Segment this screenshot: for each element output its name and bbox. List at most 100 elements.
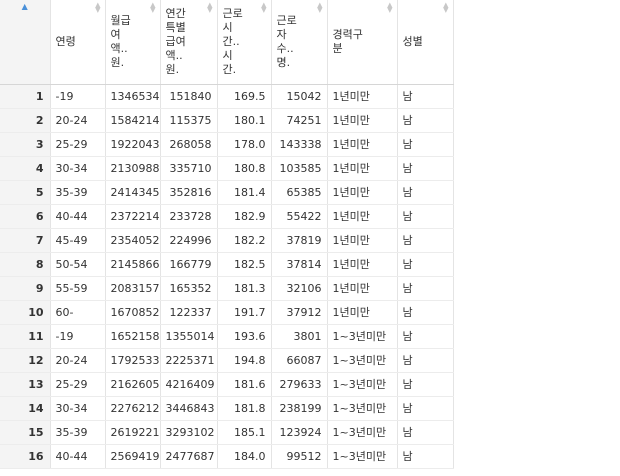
table-row[interactable]: 7 45-49 2354052 224996 182.2 37819 1년미만 남 [0,228,454,253]
table-cell: 남 [397,300,454,325]
sort-toggle-icon[interactable]: ▲ ▼ [150,2,155,14]
table-cell: 178.0 [217,132,272,157]
column-header-label: 월급 여 액.. 원. [110,13,131,69]
table-cell: 1~3년미만 [327,420,398,445]
table-cell: 60- [50,300,106,325]
table-cell: 2225371 [160,348,218,373]
table-row[interactable]: 3 25-29 1922043 268058 178.0 143338 1년미만 남 [0,132,454,157]
table-cell: 182.9 [217,204,272,229]
row-number: 2 [0,108,51,133]
column-header-5[interactable]: ▲ ▼ 근로 자 수.. 명. [271,0,328,85]
table-cell: 181.3 [217,276,272,301]
table-row[interactable]: 8 50-54 2145866 166779 182.5 37814 1년미만 남 [0,252,454,277]
table-row[interactable]: 13 25-29 2162605 4216409 181.6 279633 1~3년미만 남 [0,372,454,397]
table-cell: 3446843 [160,396,218,421]
table-cell: 2477687 [160,444,218,469]
row-number: 9 [0,276,51,301]
table-row[interactable]: 9 55-59 2083157 165352 181.3 32106 1년미만 남 [0,276,454,301]
table-cell: 32106 [271,276,328,301]
table-row[interactable]: 6 40-44 2372214 233728 182.9 55422 1년미만 남 [0,204,454,229]
table-cell: 224996 [160,228,218,253]
table-cell: 1년미만 [327,276,398,301]
table-cell: 남 [397,228,454,253]
table-cell: 2619221 [105,420,161,445]
row-number: 3 [0,132,51,157]
column-header-7[interactable]: ▲ ▼ 성별 [397,0,454,85]
table-cell: 남 [397,324,454,349]
table-row[interactable]: 14 30-34 2276212 3446843 181.8 238199 1~3년미만 남 [0,396,454,421]
table-cell: 1652158 [105,324,161,349]
table-cell: 1년미만 [327,84,398,109]
table-cell: 1년미만 [327,204,398,229]
column-header-4[interactable]: ▲ ▼ 근로 시 간.. 시 간. [217,0,272,85]
table-cell: 180.8 [217,156,272,181]
table-cell: 3801 [271,324,328,349]
table-cell: 20-24 [50,348,106,373]
table-cell: 352816 [160,180,218,205]
sort-toggle-icon[interactable]: ▲ ▼ [443,2,448,14]
table-cell: 181.6 [217,372,272,397]
table-cell: 4216409 [160,372,218,397]
table-cell: 45-49 [50,228,106,253]
table-cell: 20-24 [50,108,106,133]
table-cell: 1~3년미만 [327,444,398,469]
table-row[interactable]: 15 35-39 2619221 3293102 185.1 123924 1~3년미만 남 [0,420,454,445]
table-cell: 1355014 [160,324,218,349]
table-cell: 181.8 [217,396,272,421]
table-cell: 1792533 [105,348,161,373]
table-cell: 122337 [160,300,218,325]
table-cell: 185.1 [217,420,272,445]
column-header-rownum[interactable]: ▲ [0,0,51,85]
sort-toggle-icon[interactable]: ▲ ▼ [261,2,266,14]
table-cell: 2162605 [105,372,161,397]
column-header-6[interactable]: ▲ ▼ 경력구 분 [327,0,398,85]
table-cell: 남 [397,132,454,157]
table-cell: 1년미만 [327,132,398,157]
row-number: 5 [0,180,51,205]
table-cell: 1584214 [105,108,161,133]
row-number: 6 [0,204,51,229]
row-number: 4 [0,156,51,181]
column-header-3[interactable]: ▲ ▼ 연간 특별 급여 액.. 원. [160,0,218,85]
table-cell: 115375 [160,108,218,133]
table-cell: 1670852 [105,300,161,325]
sort-toggle-icon[interactable]: ▲ ▼ [387,2,392,14]
table-cell: 2083157 [105,276,161,301]
table-cell: 2414345 [105,180,161,205]
row-number: 7 [0,228,51,253]
column-header-1[interactable]: ▲ ▼ 연령 [50,0,106,85]
table-cell: 남 [397,252,454,277]
table-cell: 25-29 [50,132,106,157]
column-header-2[interactable]: ▲ ▼ 월급 여 액.. 원. [105,0,161,85]
table-row[interactable]: 5 35-39 2414345 352816 181.4 65385 1년미만 남 [0,180,454,205]
sort-toggle-icon[interactable]: ▲ ▼ [317,2,322,14]
table-cell: -19 [50,84,106,109]
table-row[interactable]: 2 20-24 1584214 115375 180.1 74251 1년미만 남 [0,108,454,133]
table-cell: 1년미만 [327,108,398,133]
table-cell: 1~3년미만 [327,348,398,373]
table-cell: 66087 [271,348,328,373]
table-row[interactable]: 11 -19 1652158 1355014 193.6 3801 1~3년미만 남 [0,324,454,349]
sort-ascending-icon[interactable]: ▲ [0,3,50,11]
sort-toggle-icon[interactable]: ▲ ▼ [207,2,212,14]
table-row[interactable]: 4 30-34 2130988 335710 180.8 103585 1년미만 남 [0,156,454,181]
table-row[interactable]: 16 40-44 2569419 2477687 184.0 99512 1~3년미만 남 [0,444,454,469]
table-row[interactable]: 10 60- 1670852 122337 191.7 37912 1년미만 남 [0,300,454,325]
table-cell: 1~3년미만 [327,372,398,397]
table-cell: 55422 [271,204,328,229]
table-cell: 238199 [271,396,328,421]
table-cell: -19 [50,324,106,349]
table-cell: 남 [397,348,454,373]
table-cell: 184.0 [217,444,272,469]
table-cell: 37819 [271,228,328,253]
table-cell: 1년미만 [327,252,398,277]
sort-toggle-icon[interactable]: ▲ ▼ [95,2,100,14]
table-row[interactable]: 1 -19 1346534 151840 169.5 15042 1년미만 남 [0,84,454,109]
table-cell: 1년미만 [327,228,398,253]
table-cell: 279633 [271,372,328,397]
table-row[interactable]: 12 20-24 1792533 2225371 194.8 66087 1~3년미만 남 [0,348,454,373]
column-header-label: 성별 [402,34,423,48]
column-header-label: 근로 시 간.. 시 간. [222,6,243,76]
table-cell: 남 [397,156,454,181]
column-header-label: 연간 특별 급여 액.. 원. [165,6,186,76]
